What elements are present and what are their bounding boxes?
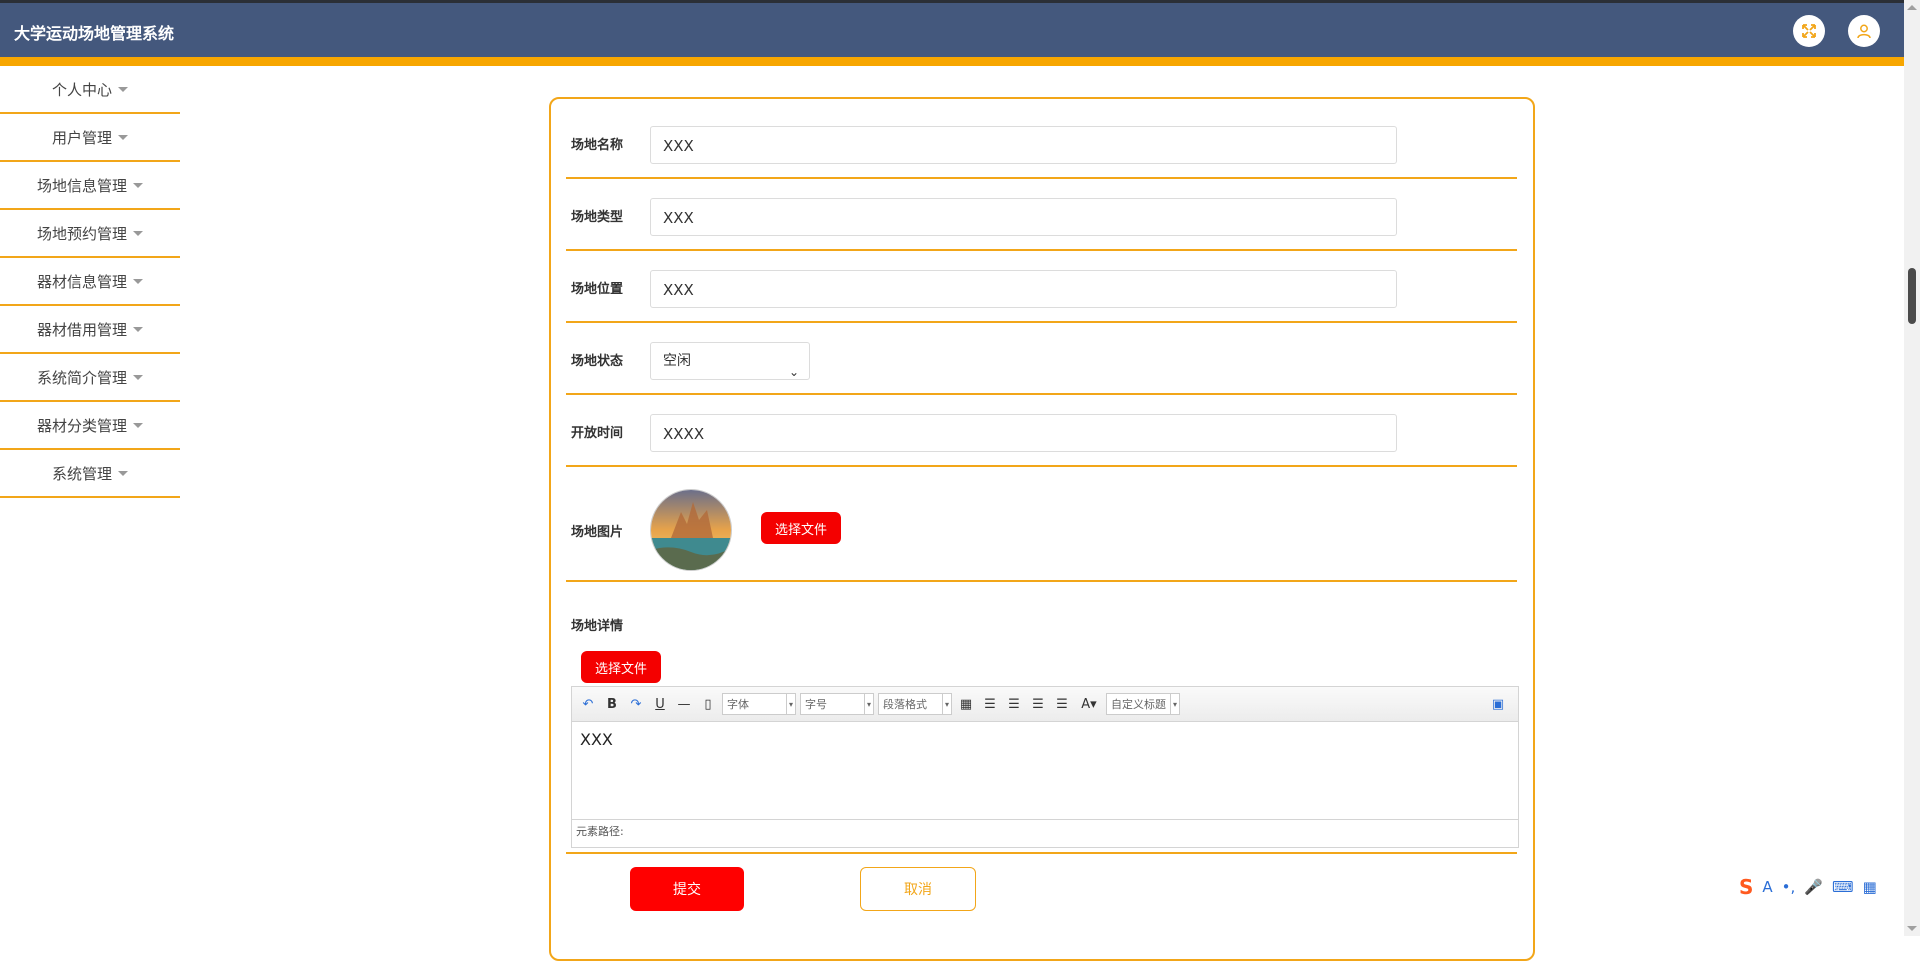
form-row-name: 场地名称 XXX [566,110,1517,179]
venue-type-label: 场地类型 [571,210,624,225]
caret-down-icon [133,278,143,284]
sidebar-item-system-intro[interactable]: 系统简介管理 [0,354,180,402]
cancel-button[interactable]: 取消 [860,867,976,911]
document-icon[interactable]: ▯ [698,694,718,714]
source-code-icon[interactable]: ▣ [1488,694,1508,714]
venue-name-label: 场地名称 [571,138,624,153]
custom-title-select[interactable]: 自定义标题 ▾ [1106,693,1180,715]
editor-content[interactable]: XXX [572,722,1518,819]
open-time-input[interactable]: XXXX [650,414,1397,452]
form-row-open-time: 开放时间 XXXX [566,398,1517,467]
dropdown-arrow-icon: ▾ [864,694,873,714]
form-row-location: 场地位置 XXX [566,254,1517,323]
chevron-down-icon: ⌄ [788,365,799,379]
sidebar-item-personal-center[interactable]: 个人中心 [0,66,180,114]
underline-icon[interactable]: U [650,694,670,714]
paragraph-format-select[interactable]: 段落格式 ▾ [878,693,952,715]
dropdown-arrow-icon: ▾ [1170,694,1179,714]
sidebar: 个人中心 用户管理 场地信息管理 场地预约管理 器材信息管理 器材借用管理 系统… [0,66,180,498]
editor-toolbar: ↶ B ↷ U — ▯ 字体 ▾ 字号 ▾ 段落格式 ▾ ▦ ☰ ☰ ☰ ☰ A▾ 自… [572,687,1518,722]
venue-detail-label: 场地详情 [571,619,624,634]
font-size-select[interactable]: 字号 ▾ [800,693,874,715]
form-row-status: 场地状态 空闲 ⌄ [566,326,1517,395]
venue-location-input[interactable]: XXX [650,270,1397,308]
fullscreen-icon[interactable] [1793,15,1825,47]
venue-status-label: 场地状态 [571,354,624,369]
keyboard-icon[interactable]: ⌨ [1832,878,1854,896]
venue-image-thumbnail [650,489,732,571]
horizontal-rule-icon[interactable]: — [674,694,694,714]
caret-down-icon [133,374,143,380]
font-color-icon[interactable]: A▾ [1076,694,1102,714]
caret-down-icon [133,182,143,188]
undo-icon[interactable]: ↶ [578,694,598,714]
sidebar-item-venue-booking[interactable]: 场地预约管理 [0,210,180,258]
sidebar-item-venue-info[interactable]: 场地信息管理 [0,162,180,210]
choose-detail-file-button[interactable]: 选择文件 [581,651,661,683]
caret-down-icon [118,134,128,140]
grid-menu-icon[interactable]: ▦ [1863,878,1877,896]
align-justify-icon[interactable]: ☰ [1052,694,1072,714]
dropdown-arrow-icon: ▾ [786,694,795,714]
sidebar-item-equipment-borrow[interactable]: 器材借用管理 [0,306,180,354]
scroll-down-icon[interactable] [1907,926,1917,931]
rich-text-editor: ↶ B ↷ U — ▯ 字体 ▾ 字号 ▾ 段落格式 ▾ ▦ ☰ ☰ ☰ ☰ A▾ 自… [571,686,1519,848]
text-mode-icon[interactable]: A [1762,878,1772,896]
sidebar-item-system-management[interactable]: 系统管理 [0,450,180,498]
page-scrollbar[interactable] [1904,0,1920,936]
open-time-label: 开放时间 [571,426,624,441]
venue-location-label: 场地位置 [571,282,624,297]
caret-down-icon [133,230,143,236]
dropdown-arrow-icon: ▾ [942,694,951,714]
sidebar-item-user-management[interactable]: 用户管理 [0,114,180,162]
caret-down-icon [118,86,128,92]
ime-toolbar: S A •, 🎤 ⌨ ▦ [1739,872,1891,902]
align-left-icon[interactable]: ☰ [980,694,1000,714]
scroll-up-icon[interactable] [1907,5,1917,10]
venue-type-input[interactable]: XXX [650,198,1397,236]
choose-image-file-button[interactable]: 选择文件 [761,512,841,544]
divider [566,852,1517,854]
bold-icon[interactable]: B [602,694,622,714]
caret-down-icon [133,422,143,428]
app-title: 大学运动场地管理系统 [14,24,175,43]
caret-down-icon [133,326,143,332]
font-family-select[interactable]: 字体 ▾ [722,693,796,715]
sidebar-item-equipment-category[interactable]: 器材分类管理 [0,402,180,450]
scrollbar-thumb[interactable] [1908,268,1916,324]
editor-status-path: 元素路径: [572,819,1518,846]
align-right-icon[interactable]: ☰ [1004,694,1024,714]
microphone-icon[interactable]: 🎤 [1804,878,1823,896]
venue-form-panel: 场地名称 XXX 场地类型 XXX 场地位置 XXX 场地状态 空闲 ⌄ 开放时… [549,97,1535,961]
align-center-icon[interactable]: ☰ [1028,694,1048,714]
submit-button[interactable]: 提交 [630,867,744,911]
form-row-type: 场地类型 XXX [566,182,1517,251]
user-icon[interactable] [1848,15,1880,47]
sogou-logo-icon[interactable]: S [1739,875,1753,899]
form-row-image: 场地图片 选择文件 [566,470,1517,582]
caret-down-icon [118,470,128,476]
table-icon[interactable]: ▦ [956,694,976,714]
sidebar-item-equipment-info[interactable]: 器材信息管理 [0,258,180,306]
venue-name-input[interactable]: XXX [650,126,1397,164]
venue-image-label: 场地图片 [571,525,624,540]
header-accent-bar [0,57,1904,66]
venue-status-select[interactable]: 空闲 ⌄ [650,342,810,380]
punctuation-icon[interactable]: •, [1782,878,1796,896]
redo-icon[interactable]: ↷ [626,694,646,714]
app-header: 大学运动场地管理系统 [0,3,1904,57]
